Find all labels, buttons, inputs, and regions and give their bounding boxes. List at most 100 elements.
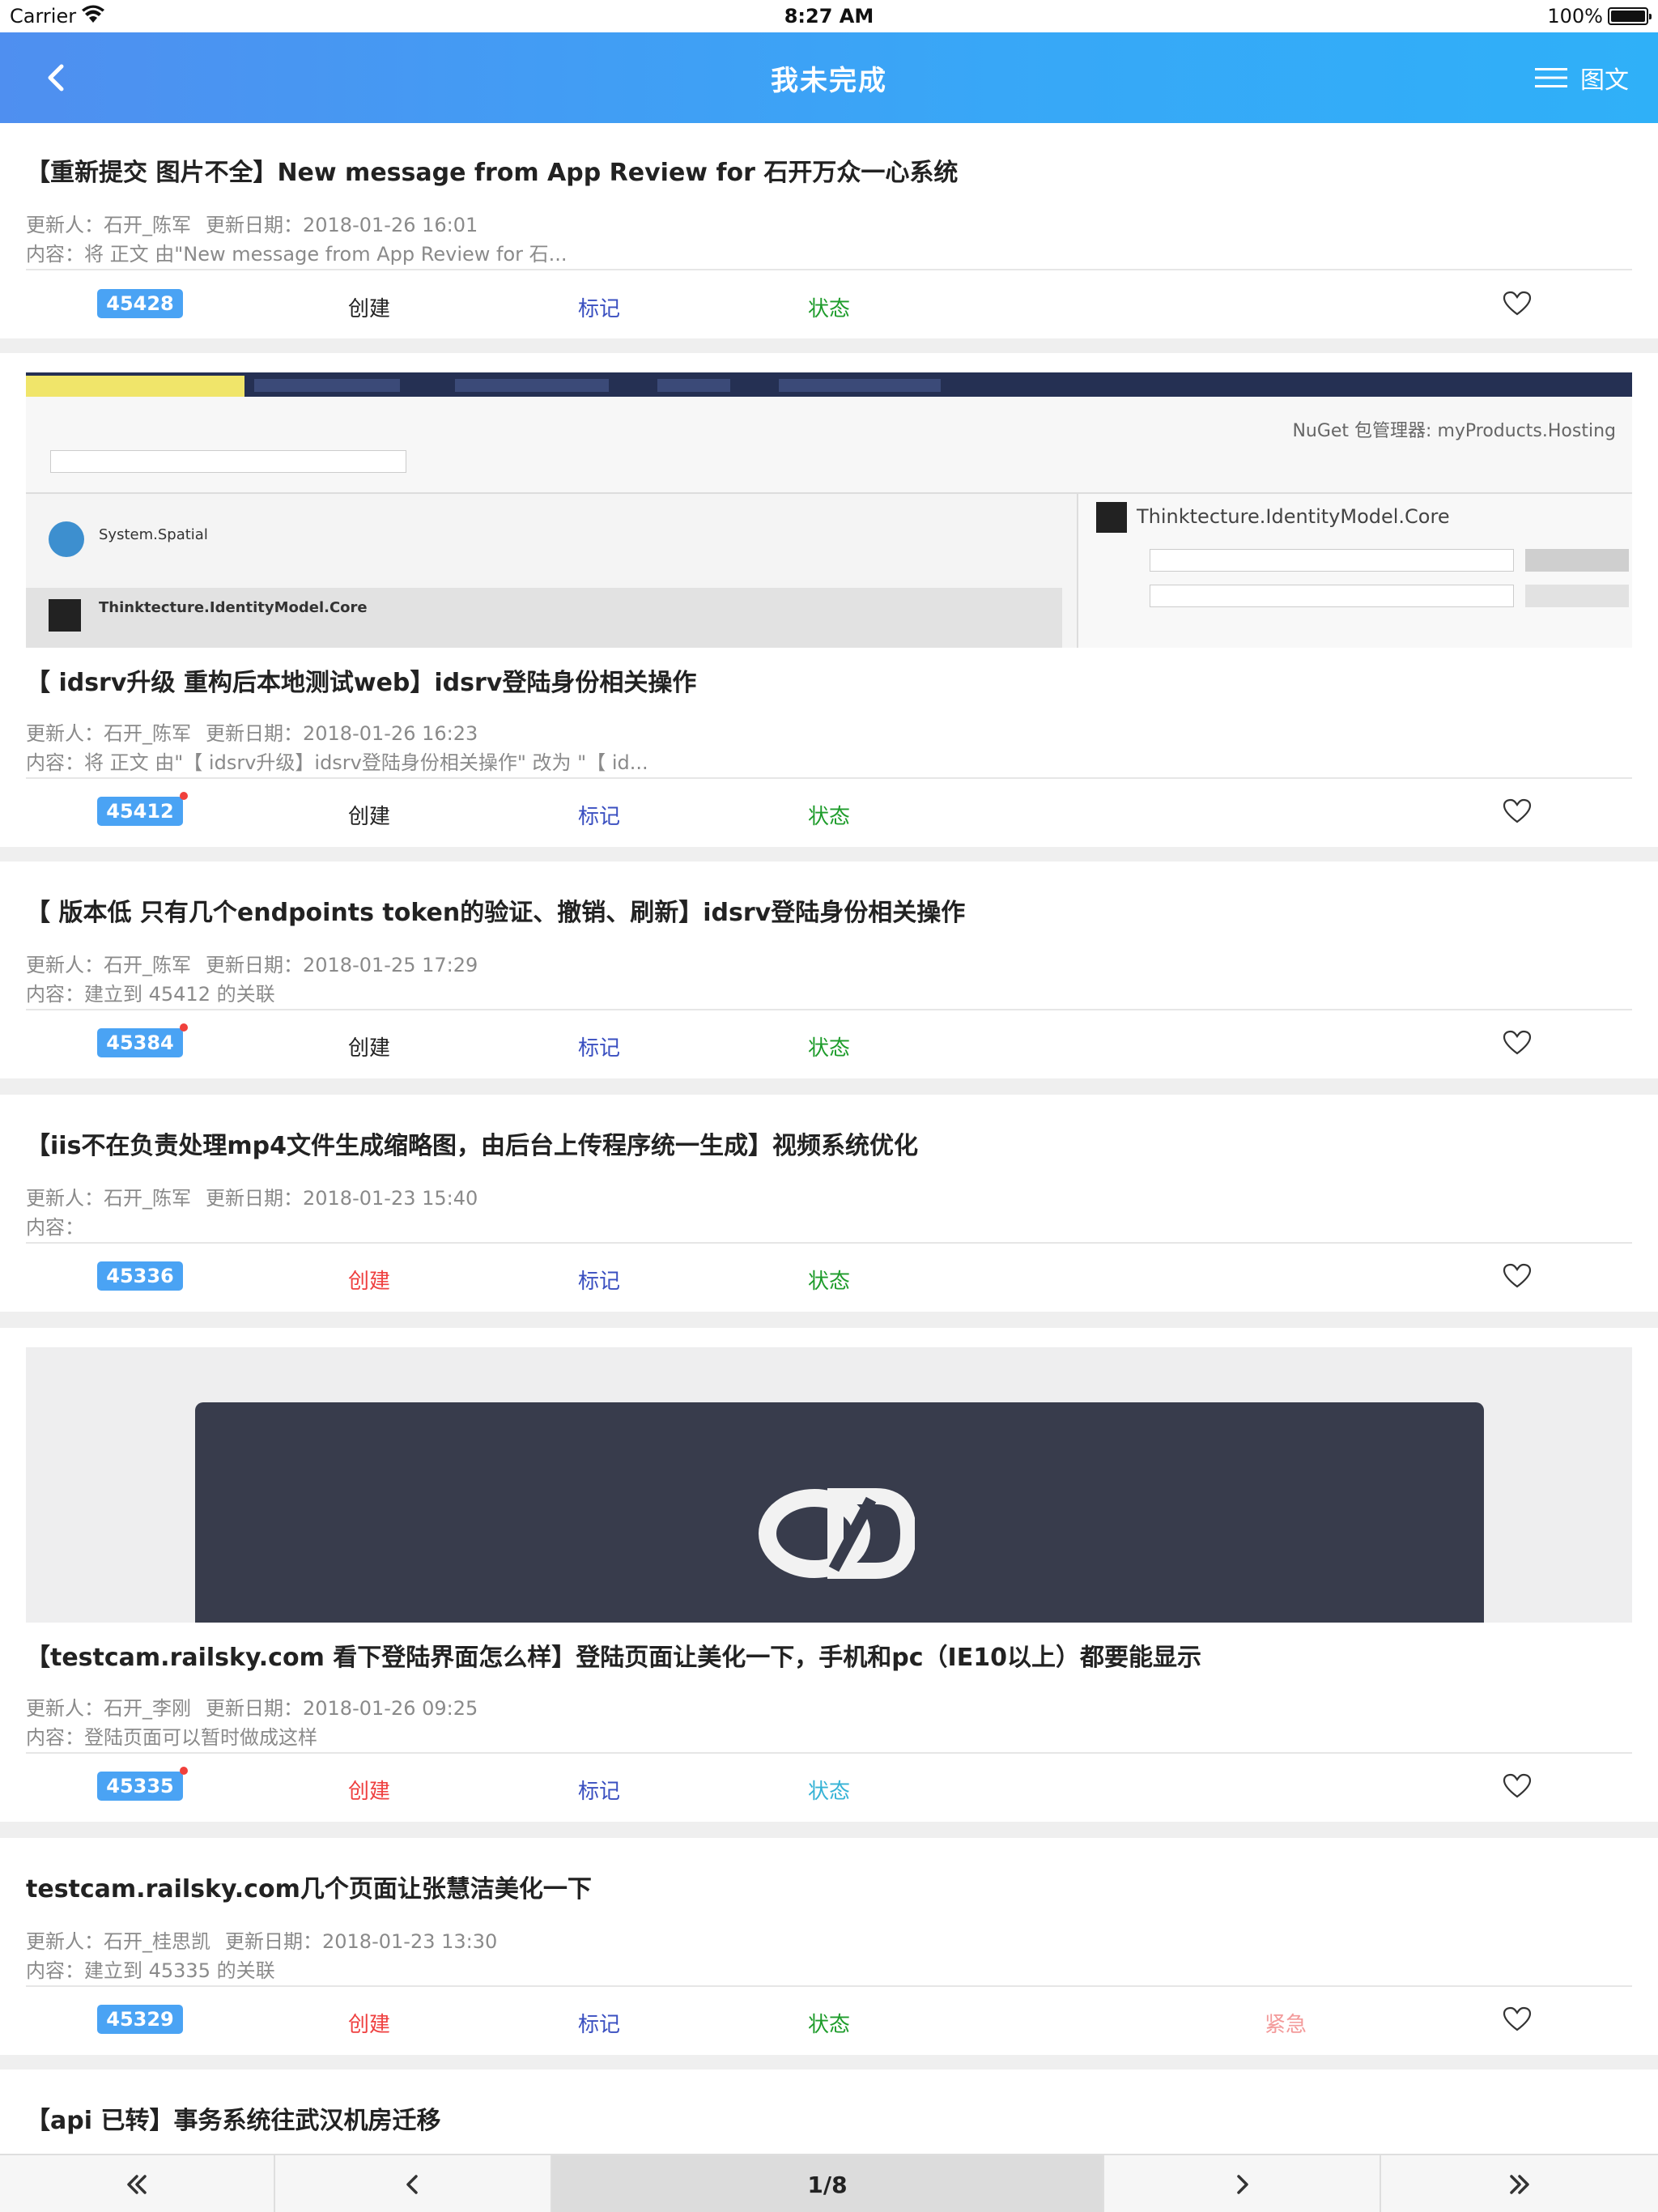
mark-button[interactable]: 标记: [578, 1032, 620, 1061]
item-actions: 45428 创建 标记 状态: [0, 279, 1658, 328]
mark-button[interactable]: 标记: [578, 292, 620, 322]
item-content: 内容：: [26, 1211, 84, 1240]
item-meta: 更新人：石开_桂思凯 更新日期：2018-01-23 13:30: [26, 1925, 497, 1954]
last-page-button[interactable]: [1381, 2155, 1658, 2212]
divider: [26, 1009, 1632, 1010]
heart-icon[interactable]: [1503, 1030, 1532, 1056]
create-button[interactable]: 创建: [348, 1775, 390, 1805]
image-toolbar: [26, 397, 1632, 494]
state-button[interactable]: 状态: [808, 1032, 850, 1061]
menu-icon: [1535, 68, 1567, 87]
heart-icon[interactable]: [1503, 2006, 1532, 2032]
issue-id-badge[interactable]: 45384: [97, 1023, 188, 1057]
issue-id-badge[interactable]: 45428: [97, 289, 183, 318]
heart-icon[interactable]: [1503, 1773, 1532, 1799]
item-image[interactable]: [26, 1347, 1632, 1623]
date-label: 更新日期：: [206, 1187, 303, 1210]
state-button[interactable]: 状态: [808, 2008, 850, 2038]
image-button: [1525, 585, 1629, 607]
state-button[interactable]: 状态: [808, 800, 850, 830]
item-title[interactable]: 【iis不在负责处理mp4文件生成缩略图，由后台上传程序统一生成】视频系统优化: [26, 1125, 918, 1161]
item-content: 内容：建立到 45412 的关联: [26, 978, 275, 1006]
date-value: 2018-01-26 09:25: [303, 1697, 478, 1720]
prev-page-button[interactable]: [275, 2155, 552, 2212]
list-item[interactable]: 【 版本低 只有几个endpoints token的验证、撤销、刷新】idsrv…: [0, 861, 1658, 1078]
create-button[interactable]: 创建: [348, 800, 390, 830]
list-item[interactable]: testcam.railsky.com几个页面让张慧洁美化一下 更新人：石开_桂…: [0, 1838, 1658, 2055]
content-value: 建立到 45412 的关联: [84, 983, 275, 1006]
updater-label: 更新人：: [26, 954, 104, 976]
item-actions: 45412 创建 标记 状态: [0, 787, 1658, 836]
mark-button[interactable]: 标记: [578, 2008, 620, 2038]
package-icon: [49, 599, 81, 632]
create-button[interactable]: 创建: [348, 292, 390, 322]
urgent-tag[interactable]: 紧急: [1265, 2008, 1307, 2038]
content-label: 内容：: [26, 751, 84, 774]
first-page-button[interactable]: [0, 2155, 275, 2212]
page-indicator[interactable]: 1/8: [552, 2155, 1104, 2212]
issue-id-badge[interactable]: 45335: [97, 1767, 188, 1801]
image-detail-title: Thinktecture.IdentityModel.Core: [1137, 505, 1450, 528]
heart-icon[interactable]: [1503, 798, 1532, 824]
issue-id-badge[interactable]: 45412: [97, 792, 188, 826]
date-value: 2018-01-23 15:40: [303, 1187, 478, 1210]
view-mode-button[interactable]: 图文: [1535, 60, 1629, 96]
item-title[interactable]: testcam.railsky.com几个页面让张慧洁美化一下: [26, 1869, 592, 1904]
unread-dot: [180, 792, 188, 800]
item-title[interactable]: 【 版本低 只有几个endpoints token的验证、撤销、刷新】idsrv…: [26, 892, 965, 928]
issue-id-badge[interactable]: 45336: [97, 1261, 183, 1291]
create-button[interactable]: 创建: [348, 1032, 390, 1061]
issue-id-badge[interactable]: 45329: [97, 2005, 183, 2034]
item-content: 内容：将 正文 由"【 idsrv升级】idsrv登陆身份相关操作" 改为 "【…: [26, 747, 648, 775]
mark-button[interactable]: 标记: [578, 800, 620, 830]
content-label: 内容：: [26, 1959, 84, 1982]
item-content: 内容：建立到 45335 的关联: [26, 1955, 275, 1983]
unread-dot: [180, 1023, 188, 1032]
mark-button[interactable]: 标记: [578, 1775, 620, 1805]
updater-label: 更新人：: [26, 722, 104, 745]
image-active-tab: [26, 376, 244, 397]
content-label: 内容：: [26, 1726, 84, 1749]
updater-value: 石开_陈军: [104, 722, 191, 745]
battery-icon: [1608, 7, 1652, 25]
updater-value: 石开_桂思凯: [104, 1930, 210, 1953]
app: Carrier 8:27 AM 100% 我未完成 图文 【重新提交 图片不全】…: [0, 0, 1658, 2212]
list-item[interactable]: 【api 已转】事务系统往武汉机房迁移: [0, 2069, 1658, 2154]
view-mode-label: 图文: [1580, 66, 1629, 95]
item-meta: 更新人：石开_陈军 更新日期：2018-01-26 16:23: [26, 717, 478, 746]
image-package-2: Thinktecture.IdentityModel.Core: [99, 599, 368, 616]
mark-button[interactable]: 标记: [578, 1265, 620, 1295]
item-title[interactable]: 【api 已转】事务系统往武汉机房迁移: [26, 2100, 440, 2136]
item-meta: 更新人：石开_李刚 更新日期：2018-01-26 09:25: [26, 1692, 478, 1721]
list-item[interactable]: NuGet 包管理器: myProducts.Hosting System.Sp…: [0, 353, 1658, 847]
list-item[interactable]: 【重新提交 图片不全】New message from App Review f…: [0, 123, 1658, 338]
date-label: 更新日期：: [206, 1697, 303, 1720]
date-label: 更新日期：: [206, 954, 303, 976]
item-title[interactable]: 【testcam.railsky.com 看下登陆界面怎么样】登陆页面让美化一下…: [26, 1637, 1201, 1673]
item-actions: 45384 创建 标记 状态: [0, 1019, 1658, 1067]
divider: [26, 1985, 1632, 1987]
divider: [26, 269, 1632, 270]
heart-icon[interactable]: [1503, 291, 1532, 317]
date-label: 更新日期：: [225, 1930, 322, 1953]
image-package-1: System.Spatial: [99, 526, 208, 543]
updater-value: 石开_陈军: [104, 214, 191, 236]
list-item[interactable]: 【iis不在负责处理mp4文件生成缩略图，由后台上传程序统一生成】视频系统优化 …: [0, 1095, 1658, 1312]
divider: [26, 1242, 1632, 1244]
prev-page-icon: [406, 2175, 418, 2194]
state-button[interactable]: 状态: [808, 292, 850, 322]
next-page-button[interactable]: [1104, 2155, 1381, 2212]
list-item[interactable]: 【testcam.railsky.com 看下登陆界面怎么样】登陆页面让美化一下…: [0, 1328, 1658, 1822]
image-selected-row: [26, 588, 1062, 648]
create-button[interactable]: 创建: [348, 2008, 390, 2038]
item-title[interactable]: 【重新提交 图片不全】New message from App Review f…: [26, 152, 958, 188]
item-title[interactable]: 【 idsrv升级 重构后本地测试web】idsrv登陆身份相关操作: [26, 662, 696, 698]
content-value: 将 正文 由"New message from App Review for 石…: [84, 243, 568, 266]
item-image[interactable]: NuGet 包管理器: myProducts.Hosting System.Sp…: [26, 372, 1632, 648]
content-label: 内容：: [26, 243, 84, 266]
state-button[interactable]: 状态: [808, 1775, 850, 1805]
create-button[interactable]: 创建: [348, 1265, 390, 1295]
heart-icon[interactable]: [1503, 1263, 1532, 1289]
item-actions: 45335 创建 标记 状态: [0, 1762, 1658, 1810]
state-button[interactable]: 状态: [808, 1265, 850, 1295]
